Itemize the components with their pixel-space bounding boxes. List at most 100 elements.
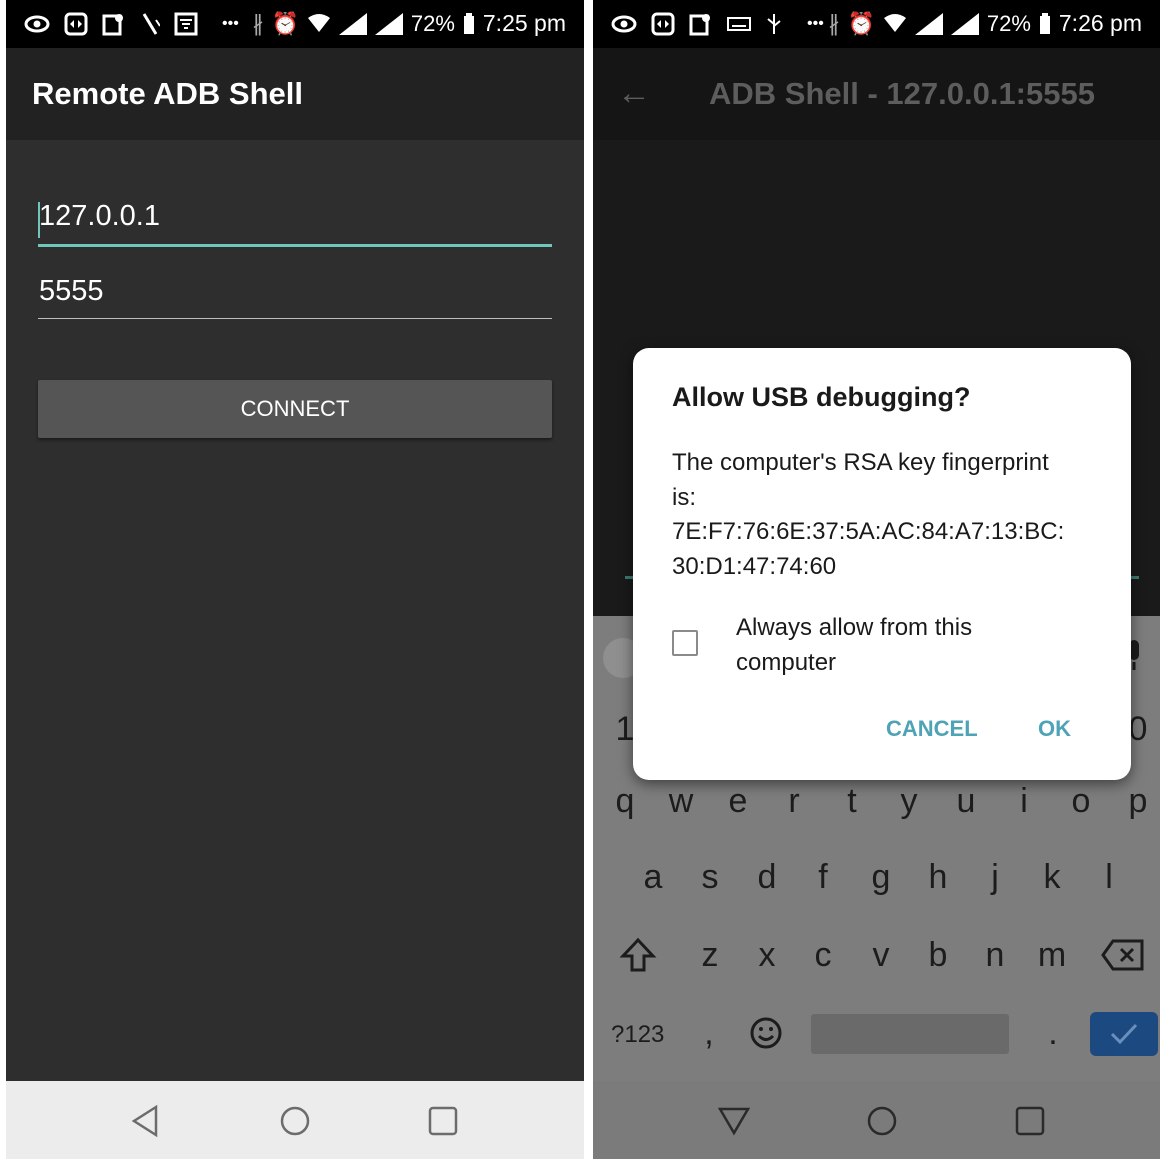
key-b[interactable]: b [918,936,958,975]
back-nav-icon[interactable] [126,1101,166,1141]
key-m[interactable]: m [1032,936,1072,975]
battery-icon [1039,12,1050,34]
key-x[interactable]: x [747,936,787,975]
spacebar[interactable] [811,1014,1009,1054]
status-bar: ••• ∦ ⏰ 72% 7:25 pm [6,0,584,48]
usb-icon [767,14,781,34]
bluetooth-icon: ∦ [828,10,840,36]
system-icons: ∦ ⏰ 72% 7:26 pm [828,10,1142,37]
battery-icon [463,12,474,34]
more-notifications-icon: ••• [807,15,824,32]
key-p[interactable]: p [1118,782,1158,821]
key-y[interactable]: y [889,782,929,821]
signal-1-icon [914,12,943,35]
symbols-key[interactable]: ?123 [611,1021,664,1049]
clock: 7:25 pm [482,10,566,36]
key-c[interactable]: c [803,936,843,975]
doc-icon [174,12,198,36]
key-k[interactable]: k [1032,858,1072,897]
keyboard-icon [727,17,751,31]
shift-icon[interactable] [619,936,657,974]
check-icon [1110,1023,1138,1045]
backspace-icon[interactable] [1101,938,1145,972]
maps-icon [102,14,123,36]
key-l[interactable]: l [1089,858,1129,897]
always-allow-label-line: computer [736,649,837,676]
signal-2-icon [374,12,403,35]
eye-icon [24,15,50,33]
wifi-icon [307,13,330,32]
key-period[interactable]: . [1033,1014,1073,1053]
emoji-icon[interactable] [749,1016,783,1050]
app-title: Remote ADB Shell [32,76,304,111]
key-o[interactable]: o [1061,782,1101,821]
back-nav-icon[interactable] [714,1101,754,1141]
ok-button[interactable]: OK [1038,716,1071,742]
key-q[interactable]: q [605,782,645,821]
shell-screen: ••• ∦ ⏰ 72% 7:26 pm ← ADB Shell - 127.0.… [593,0,1160,1159]
battery-percent: 72% [986,10,1031,36]
maps-icon [689,14,710,36]
teamviewer-icon [64,12,88,36]
usb-debugging-dialog: Allow USB debugging? The computer's RSA … [633,348,1131,780]
connect-button[interactable]: CONNECT [38,380,552,438]
host-input[interactable]: 127.0.0.1 [38,200,552,247]
key-d[interactable]: d [747,858,787,897]
key-s[interactable]: s [690,858,730,897]
always-allow-label-line: Always allow from this [736,614,973,641]
key-a[interactable]: a [633,858,673,897]
battery-percent: 72% [410,10,455,36]
cancel-button[interactable]: CANCEL [886,716,978,742]
alarm-icon: ⏰ [847,10,875,36]
key-n[interactable]: n [975,936,1015,975]
key-t[interactable]: t [832,782,872,821]
connect-screen: ••• ∦ ⏰ 72% 7:25 pm Remote ADB Shell 127… [6,0,584,1159]
status-bar: ••• ∦ ⏰ 72% 7:26 pm [593,0,1160,48]
recents-nav-icon[interactable] [423,1101,463,1141]
navigation-bar [593,1081,1160,1159]
key-j[interactable]: j [975,858,1015,897]
shell-toolbar: ← ADB Shell - 127.0.0.1:5555 [593,48,1160,140]
rsa-fingerprint-line: 7E:F7:76:6E:37:5A:AC:84:A7:13:BC: [672,518,1065,545]
key-h[interactable]: h [918,858,958,897]
tool-icon [142,13,160,35]
dialog-message-line: is: [672,483,696,511]
key-r[interactable]: r [774,782,814,821]
clock: 7:26 pm [1058,10,1142,36]
host-value: 127.0.0.1 [39,200,160,232]
dialog-title: Allow USB debugging? [672,382,971,412]
alarm-icon: ⏰ [271,10,299,36]
wifi-icon [883,13,906,32]
enter-key[interactable] [1090,1012,1158,1056]
signal-1-icon [338,12,367,35]
home-nav-icon[interactable] [275,1101,315,1141]
notification-icons: ••• [24,12,239,36]
eye-icon [611,15,637,33]
dialog-message: The computer's RSA key fingerprint is: 7… [672,446,1092,584]
always-allow-checkbox[interactable] [672,630,698,656]
key-v[interactable]: v [861,936,901,975]
always-allow-label[interactable]: Always allow from this computer [736,610,1036,680]
navigation-bar [6,1081,584,1159]
key-w[interactable]: w [661,782,701,821]
key-u[interactable]: u [946,782,986,821]
key-i[interactable]: i [1004,782,1044,821]
port-value: 5555 [39,275,104,307]
key-e[interactable]: e [718,782,758,821]
home-nav-icon[interactable] [862,1101,902,1141]
key-g[interactable]: g [861,858,901,897]
bluetooth-icon: ∦ [252,10,264,36]
notification-icons: ••• [611,12,824,36]
app-toolbar: Remote ADB Shell [6,48,584,140]
port-input[interactable]: 5555 [38,275,552,319]
back-arrow-icon[interactable]: ← [617,74,651,113]
recents-nav-icon[interactable] [1010,1101,1050,1141]
teamviewer-icon [651,12,675,36]
key-z[interactable]: z [690,936,730,975]
key-f[interactable]: f [803,858,843,897]
port-underline [38,318,552,319]
system-icons: ∦ ⏰ 72% 7:25 pm [252,10,566,37]
host-underline [38,244,552,247]
key-comma[interactable]: , [689,1014,729,1053]
dialog-message-line: The computer's RSA key fingerprint [672,449,1049,476]
